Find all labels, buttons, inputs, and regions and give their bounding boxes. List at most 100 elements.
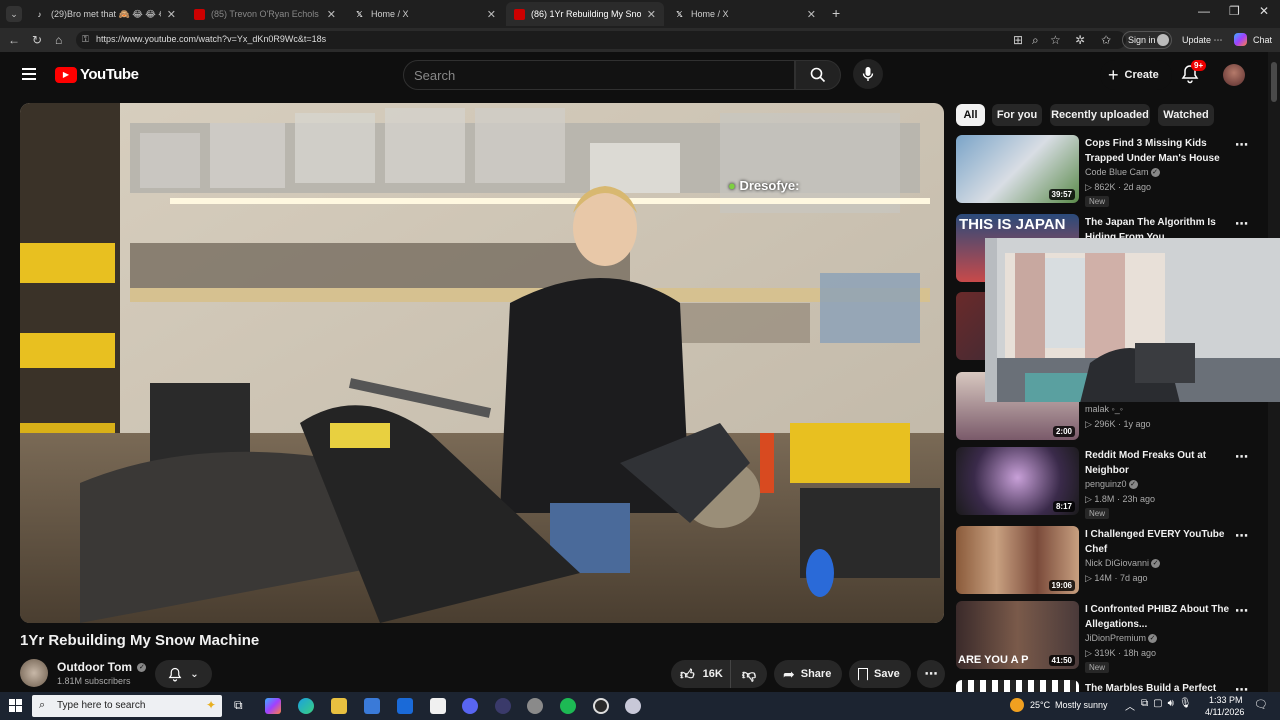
windows-start-icon[interactable] — [9, 699, 22, 712]
channel-name[interactable]: JiDionPremium ✓ — [1085, 633, 1158, 644]
spotify-icon[interactable] — [560, 698, 576, 714]
chip-all[interactable]: All — [956, 104, 985, 126]
app-icon[interactable] — [495, 698, 511, 714]
copilot-icon[interactable] — [1234, 33, 1247, 46]
clock-time[interactable]: 1:33 PM — [1209, 695, 1243, 705]
tray-chevron-icon[interactable]: ︿ — [1125, 698, 1135, 713]
browser-tab[interactable]: 𝕏 Home / X ✕ — [666, 2, 824, 26]
recommendation-item[interactable]: 8:17 Reddit Mod Freaks Out at Neighbor p… — [956, 447, 1256, 519]
extensions-icon[interactable]: ✲ — [1075, 33, 1085, 47]
close-tab-icon[interactable]: ✕ — [327, 8, 336, 21]
menu-icon[interactable] — [22, 68, 36, 80]
search-button[interactable] — [795, 60, 841, 90]
channel-name[interactable]: penguinz0 ✓ — [1085, 479, 1138, 490]
video-thumbnail[interactable]: ARE YOU A P 41:50 — [956, 601, 1079, 669]
site-info-icon[interactable]: ⚿ — [82, 34, 89, 45]
file-explorer-icon[interactable] — [331, 698, 347, 714]
video-thumbnail[interactable]: 39:57 — [956, 135, 1079, 203]
share-button[interactable]: ➦ Share — [774, 660, 842, 688]
video-title[interactable]: The Marbles Build a Perfect — [1085, 681, 1235, 692]
notification-subscribe-button[interactable]: ⌄ — [155, 660, 212, 688]
save-button[interactable]: Save — [849, 660, 911, 688]
more-options-icon[interactable]: ⋯ — [1235, 137, 1248, 153]
scrollbar-thumb[interactable] — [1271, 62, 1277, 102]
channel-name-main[interactable]: Outdoor Tom ✓ — [57, 660, 147, 674]
browser-tab[interactable]: ♪ (29)Bro met that 🙈 😂 😂 😂 #fy ✕ — [26, 2, 184, 26]
recommendation-item[interactable]: 39:57 Cops Find 3 Missing Kids Trapped U… — [956, 135, 1256, 207]
channel-avatar[interactable] — [20, 659, 48, 687]
voice-search-button[interactable] — [853, 59, 883, 89]
video-player[interactable]: ● Dresofye: — [20, 103, 944, 623]
channel-name[interactable]: malak ◦_◦ — [1085, 404, 1123, 414]
recommendation-item[interactable]: The Marbles Build a Perfect ⋯ — [956, 680, 1256, 692]
favorites-icon[interactable]: ✩ — [1101, 33, 1111, 47]
like-button[interactable]: 👍︎ 16K — [671, 660, 731, 688]
channel-name[interactable]: Nick DiGiovanni ✓ — [1085, 558, 1161, 569]
create-button[interactable]: + Create — [1100, 60, 1172, 90]
avatar[interactable] — [1223, 64, 1245, 86]
more-actions-button[interactable]: ⋯ — [917, 660, 945, 688]
outlook-icon[interactable] — [397, 698, 413, 714]
task-view-icon[interactable]: ⧉ — [234, 698, 243, 713]
zoom-icon[interactable]: ⌕ — [1032, 33, 1039, 48]
close-window-icon[interactable]: ✕ — [1259, 4, 1269, 18]
chip-for-you[interactable]: For you — [992, 104, 1042, 126]
video-title[interactable]: I Challenged EVERY YouTube Chef — [1085, 527, 1235, 557]
app-icon[interactable] — [527, 698, 543, 714]
youtube-logo[interactable]: ▶ YouTube — [55, 66, 139, 83]
browser-tab[interactable]: (85) Trevon O'Ryan Echols - YouTu ✕ — [186, 2, 344, 26]
browser-tab[interactable]: 𝕏 Home / X ✕ — [346, 2, 504, 26]
search-input[interactable]: Search — [403, 60, 795, 90]
channel-name[interactable]: Code Blue Cam ✓ — [1085, 167, 1160, 178]
back-icon[interactable]: ← — [8, 33, 20, 47]
restore-icon[interactable]: ❐ — [1229, 4, 1240, 18]
video-thumbnail[interactable]: 8:17 — [956, 447, 1079, 515]
more-options-icon[interactable]: ⋯ — [1235, 682, 1248, 692]
obs-icon[interactable] — [593, 698, 609, 714]
refresh-icon[interactable]: ↻ — [32, 33, 42, 47]
tray-icons[interactable]: ⧉▢🔊︎🎙︎ — [1141, 698, 1197, 709]
video-title[interactable]: Reddit Mod Freaks Out at Neighbor — [1085, 448, 1235, 478]
new-tab-icon[interactable]: + — [832, 5, 840, 21]
more-options-icon[interactable]: ⋯ — [1235, 449, 1248, 465]
address-bar[interactable]: https://www.youtube.com/watch?v=Yx_dKn0R… — [76, 31, 1126, 49]
video-thumbnail[interactable] — [956, 680, 1079, 692]
weather-icon[interactable] — [1010, 698, 1024, 712]
video-title[interactable]: Cops Find 3 Missing Kids Trapped Under M… — [1085, 136, 1235, 166]
weather-temp[interactable]: 25°C — [1030, 700, 1050, 710]
chip-watched[interactable]: Watched — [1158, 104, 1214, 126]
app-icon[interactable] — [625, 698, 641, 714]
notifications-button[interactable]: 9+ — [1181, 60, 1207, 86]
more-options-icon[interactable]: ⋯ — [1235, 216, 1248, 232]
minimize-icon[interactable]: — — [1198, 4, 1210, 18]
close-tab-icon[interactable]: ✕ — [167, 8, 176, 21]
favorite-icon[interactable]: ☆ — [1050, 33, 1061, 47]
more-options-icon[interactable]: ⋯ — [1235, 603, 1248, 619]
chip-recently-uploaded[interactable]: Recently uploaded — [1050, 104, 1150, 126]
store-icon[interactable] — [364, 698, 380, 714]
home-icon[interactable]: ⌂ — [55, 33, 62, 47]
recommendation-item[interactable]: ARE YOU A P 41:50 I Confronted PHIBZ Abo… — [956, 601, 1256, 673]
weather-desc[interactable]: Mostly sunny — [1055, 700, 1108, 710]
more-options-icon[interactable]: ⋯ — [1235, 528, 1248, 544]
discord-icon[interactable] — [462, 698, 478, 714]
close-tab-icon[interactable]: ✕ — [647, 8, 656, 21]
edge-icon[interactable] — [298, 698, 314, 714]
video-thumbnail[interactable]: 19:06 — [956, 526, 1079, 594]
copilot-icon[interactable] — [265, 698, 281, 714]
notification-center-icon[interactable]: 🗨︎ — [1254, 698, 1268, 711]
taskbar-search-input[interactable]: ⌕ Type here to search ✦ — [32, 695, 222, 717]
recommendation-item[interactable]: 19:06 I Challenged EVERY YouTube Chef Ni… — [956, 526, 1256, 598]
dislike-button[interactable]: 👎︎ — [731, 660, 767, 688]
clock-date[interactable]: 4/11/2026 — [1205, 707, 1244, 717]
app-available-icon[interactable]: ⊞ — [1013, 33, 1023, 47]
update-button[interactable]: Update ⋯ — [1182, 35, 1223, 46]
sign-in-button[interactable]: Sign in — [1122, 31, 1172, 49]
notepad-icon[interactable] — [430, 698, 446, 714]
browser-tab-active[interactable]: (86) 1Yr Rebuilding My Snow Mach ✕ — [506, 2, 664, 26]
tab-actions-button[interactable]: ⌄ — [6, 6, 22, 22]
close-tab-icon[interactable]: ✕ — [807, 8, 816, 21]
close-tab-icon[interactable]: ✕ — [487, 8, 496, 21]
video-title[interactable]: I Confronted PHIBZ About The Allegations… — [1085, 602, 1235, 632]
chat-label[interactable]: Chat — [1253, 35, 1272, 45]
